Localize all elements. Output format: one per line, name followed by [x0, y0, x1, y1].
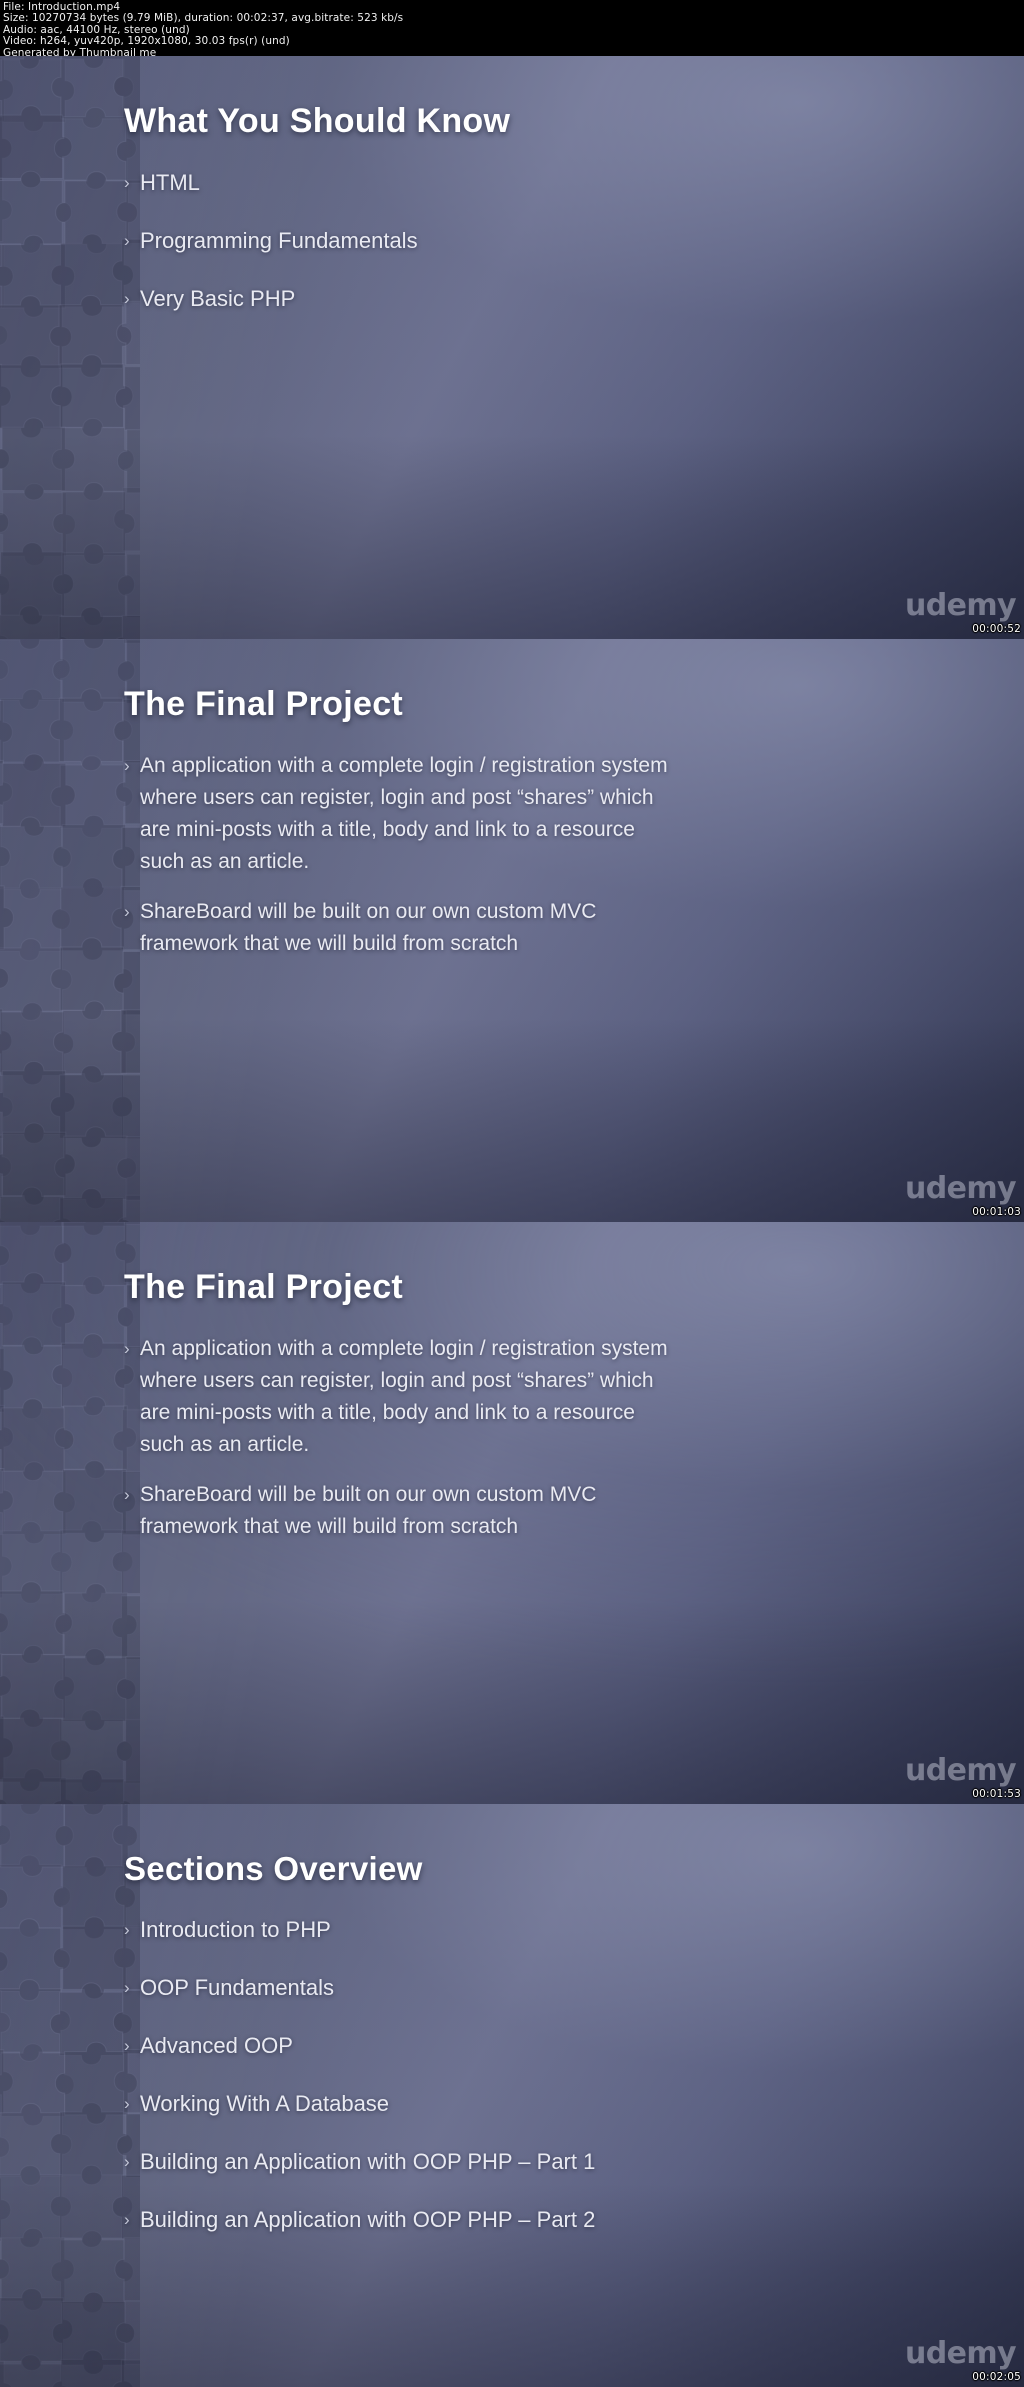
slide-content: What You Should Know › HTML › Programmin… [0, 56, 1024, 639]
slide-content: The Final Project › An application with … [0, 639, 1024, 1222]
bullet-text: Programming Fundamentals [140, 228, 418, 253]
bullet-text: Introduction to PHP [140, 1917, 331, 1943]
list-item: › Building an Application with OOP PHP –… [124, 2146, 970, 2178]
list-item: › Very Basic PHP [124, 283, 970, 315]
list-item: › Programming Fundamentals [124, 225, 970, 257]
chevron-right-icon: › [124, 289, 130, 308]
chevron-right-icon: › [124, 173, 130, 192]
slide-thumbnail[interactable]: The Final Project › An application with … [0, 1221, 1024, 1805]
list-item: › An application with a complete login /… [124, 1333, 970, 1461]
bullet-text: Very Basic PHP [140, 286, 296, 311]
bullet-list: › HTML › Programming Fundamentals › Very… [124, 167, 970, 315]
bullet-text: An application with a complete login / r… [140, 753, 668, 873]
list-item: › Working With A Database [124, 2088, 970, 2120]
slide-title: The Final Project [124, 1267, 404, 1306]
chevron-right-icon: › [124, 2036, 130, 2056]
list-item: › ShareBoard will be built on our own cu… [124, 1479, 970, 1543]
bullet-list: › An application with a complete login /… [124, 1333, 970, 1543]
list-item: › OOP Fundamentals [124, 1972, 970, 2004]
bullet-text: Building an Application with OOP PHP – P… [140, 2207, 596, 2233]
list-item: › Introduction to PHP [124, 1914, 970, 1946]
bullet-list: › An application with a complete login /… [124, 750, 970, 960]
bullet-text: ShareBoard will be built on our own cust… [140, 1482, 597, 1538]
chevron-right-icon: › [124, 2210, 130, 2230]
slide-title: The Final Project [124, 684, 404, 723]
thumbnail-contact-sheet: What You Should Know › HTML › Programmin… [0, 56, 1024, 2387]
chevron-right-icon: › [124, 2152, 130, 2172]
list-item: › Building an Application with OOP PHP –… [124, 2204, 970, 2236]
chevron-right-icon: › [124, 1484, 130, 1504]
chevron-right-icon: › [124, 1338, 130, 1358]
chevron-right-icon: › [124, 231, 130, 250]
slide-content: The Final Project › An application with … [0, 1222, 1024, 1805]
list-item: › HTML [124, 167, 970, 199]
slide-thumbnail[interactable]: What You Should Know › HTML › Programmin… [0, 56, 1024, 639]
chevron-right-icon: › [124, 1920, 130, 1940]
list-item: › Advanced OOP [124, 2030, 970, 2062]
chevron-right-icon: › [124, 755, 130, 775]
slide-title: Sections Overview [124, 1850, 423, 1888]
bullet-text: HTML [140, 170, 200, 195]
list-item: › An application with a complete login /… [124, 750, 970, 878]
bullet-text: ShareBoard will be built on our own cust… [140, 899, 597, 955]
chevron-right-icon: › [124, 2094, 130, 2114]
video-metadata-header: File: Introduction.mp4 Size: 10270734 by… [0, 0, 1024, 56]
slide-content: Sections Overview › Introduction to PHP … [0, 1804, 1024, 2387]
slide-thumbnail[interactable]: Sections Overview › Introduction to PHP … [0, 1804, 1024, 2387]
slide-thumbnail[interactable]: The Final Project › An application with … [0, 638, 1024, 1222]
bullet-list: › Introduction to PHP › OOP Fundamentals… [124, 1914, 970, 2236]
bullet-text: Advanced OOP [140, 2033, 293, 2059]
bullet-text: An application with a complete login / r… [140, 1336, 668, 1456]
bullet-text: Working With A Database [140, 2091, 390, 2117]
list-item: › ShareBoard will be built on our own cu… [124, 896, 970, 960]
slide-title: What You Should Know [124, 102, 511, 140]
metadata-generator-line: Generated by Thumbnail me [3, 46, 157, 56]
chevron-right-icon: › [124, 901, 130, 921]
bullet-text: OOP Fundamentals [140, 1975, 335, 2001]
chevron-right-icon: › [124, 1978, 130, 1998]
bullet-text: Building an Application with OOP PHP – P… [140, 2149, 596, 2175]
metadata-video-line: Video: h264, yuv420p, 1920x1080, 30.03 f… [3, 35, 290, 48]
